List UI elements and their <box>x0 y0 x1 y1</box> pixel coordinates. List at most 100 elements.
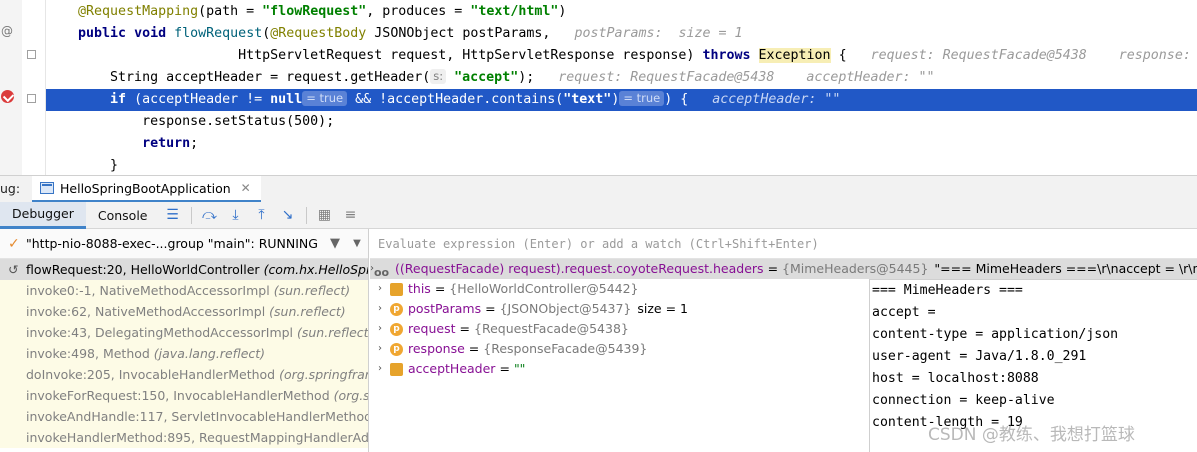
frame-method: invoke:498, Method <box>26 346 154 361</box>
code-token: public <box>78 26 127 41</box>
frame-method: invokeAndHandle:117, ServletInvocableHan… <box>26 409 368 424</box>
code-token: s: <box>430 69 447 84</box>
toolbar-divider <box>305 206 307 224</box>
frame-method: invoke0:-1, NativeMethodAccessorImpl <box>26 283 274 298</box>
inline-debug-value: request: RequestFacade@5438 response: Re… <box>870 48 1191 63</box>
evaluate-input[interactable] <box>378 236 1197 251</box>
tab-debugger[interactable]: Debugger <box>0 201 86 229</box>
frame-method: invoke:43, DelegatingMethodAccessorImpl <box>26 325 297 340</box>
step-into-icon[interactable]: ⤓ <box>223 204 249 226</box>
code-line[interactable]: String acceptHeader = request.getHeader(… <box>46 67 1197 89</box>
popup-lines: === MimeHeaders === accept = content-type … <box>870 280 1197 434</box>
stack-frame[interactable]: invoke:498, Method (java.lang.reflect) <box>0 343 368 364</box>
stack-frame[interactable]: invokeForRequest:150, InvocableHandlerMe… <box>0 385 368 406</box>
code-token: ) <box>611 92 620 107</box>
code-token: response.setStatus(500); <box>46 114 335 129</box>
toolbar-divider <box>190 206 192 224</box>
variable-type: {MimeHeaders@5445} <box>782 261 929 276</box>
code-line[interactable]: @RequestMapping(path = "flowRequest", pr… <box>46 1 1197 23</box>
parameter-icon: p <box>390 322 403 336</box>
stack-frame[interactable]: invokeHandlerMethod:895, RequestMappingH… <box>0 427 368 448</box>
frame-package: (org.springframew <box>279 367 368 382</box>
equals-sign: = <box>459 321 471 336</box>
popup-line: === MimeHeaders === <box>872 283 1023 298</box>
breakpoint-icon[interactable] <box>1 90 14 103</box>
code-line[interactable]: } <box>46 155 1197 175</box>
fold-icon[interactable] <box>27 94 36 103</box>
override-marker-icon[interactable]: @ <box>1 24 15 38</box>
chevron-down-icon[interactable]: ▼ <box>346 238 368 249</box>
variable-type: {RequestFacade@5438} <box>474 321 629 336</box>
stack-frame[interactable]: doInvoke:205, InvocableHandlerMethod (or… <box>0 364 368 385</box>
filter-icon[interactable]: ▼ <box>324 236 346 251</box>
step-out-icon[interactable]: ⤒ <box>249 204 275 226</box>
code-token: String acceptHeader = request.getHeader( <box>46 70 431 85</box>
stack-frame[interactable]: ↺ flowRequest:20, HelloWorldController (c… <box>0 259 368 280</box>
stack-frame[interactable]: invoke0:-1, NativeMethodAccessorImpl (su… <box>0 280 368 301</box>
trace-icon[interactable]: ≡ <box>338 204 364 226</box>
equals-sign: = <box>434 281 446 296</box>
stack-frame[interactable]: invoke:62, NativeMethodAccessorImpl (sun… <box>0 301 368 322</box>
equals-sign: = <box>485 301 496 316</box>
step-over-icon[interactable]: ⤼ <box>197 204 223 226</box>
frame-method: flowRequest:20, HelloWorldController <box>26 262 264 277</box>
variable-value: "" <box>513 361 526 376</box>
code-token: if <box>110 92 127 107</box>
field-icon <box>390 282 403 296</box>
code-token: && !acceptHeader.contains( <box>347 92 564 107</box>
thread-label: "http-nio-8088-exec-...group "main": RUN… <box>26 236 318 251</box>
inline-debug-value: postParams: size = 1 <box>574 26 743 41</box>
code-token: ); <box>518 70 559 85</box>
code-token: return <box>142 136 191 151</box>
frame-package: (java.lang.reflect) <box>153 346 266 361</box>
code-token: "text/html" <box>470 4 559 19</box>
watermark: CSDN @教练、我想打篮球 <box>928 425 1135 445</box>
frame-package: (com.hx.HelloSpringBo <box>263 262 368 277</box>
code-editor[interactable]: @ @RequestMapping(path = "flowRequest", … <box>0 0 1197 175</box>
popup-line: connection = keep-alive <box>872 393 1055 408</box>
evaluate-icon[interactable]: ▦ <box>312 204 338 226</box>
parameter-icon: p <box>390 342 403 356</box>
code-token: void <box>134 26 167 41</box>
current-frame-icon: ↺ <box>8 262 19 277</box>
code-line[interactable]: public void flowRequest(@RequestBody JSO… <box>46 23 1197 45</box>
stack-frame[interactable]: invoke:43, DelegatingMethodAccessorImpl … <box>0 322 368 343</box>
code-token: @RequestMapping <box>78 4 199 19</box>
popup-line: content-type = application/json <box>872 327 1119 342</box>
frame-package: (org.spring <box>333 388 368 403</box>
current-execution-line[interactable]: if (acceptHeader != null = true && !accep… <box>46 89 1197 111</box>
frame-package: (sun.reflect) <box>297 325 368 340</box>
variable-name: postParams <box>408 301 482 316</box>
code-token: "text" <box>563 92 612 107</box>
variable-name: response <box>408 341 465 356</box>
code-line[interactable]: HttpServletRequest request, HttpServletR… <box>46 45 1197 67</box>
debug-label: ug: <box>0 181 21 196</box>
chevron-right-icon[interactable]: › <box>370 299 390 319</box>
variable-type: {JSONObject@5437} <box>499 301 632 316</box>
code-line[interactable]: response.setStatus(500); <box>46 111 1197 133</box>
close-icon[interactable]: ✕ <box>241 181 251 195</box>
chevron-right-icon[interactable]: › <box>370 319 390 339</box>
parameter-icon: p <box>390 302 403 316</box>
watch-icon: oo <box>374 265 390 279</box>
code-token: "accept" <box>454 70 519 85</box>
fold-icon[interactable] <box>27 50 36 59</box>
tab-debug-session[interactable]: HelloSpringBootApplication ✕ <box>32 176 261 203</box>
chevron-right-icon[interactable]: › <box>370 359 390 379</box>
chevron-right-icon[interactable]: › <box>370 339 390 359</box>
code-line[interactable]: return; <box>46 133 1197 155</box>
tab-console[interactable]: Console <box>86 202 160 229</box>
chevron-right-icon[interactable]: › <box>370 279 390 299</box>
code-token: @RequestBody <box>270 26 367 41</box>
variable-name: this <box>408 281 431 296</box>
variable-row[interactable]: › oo ((RequestFacade) request).request.coy… <box>370 259 1197 279</box>
code-token: ) { <box>664 92 713 107</box>
stack-frame[interactable]: invokeAndHandle:117, ServletInvocableHan… <box>0 406 368 427</box>
fold-gutter <box>22 0 46 175</box>
menu-icon[interactable]: ☰ <box>160 204 186 226</box>
thread-selector[interactable]: ✓ "http-nio-8088-exec-...group "main": R… <box>0 229 368 259</box>
run-to-cursor-icon[interactable]: ↘ <box>275 204 301 226</box>
variable-type: {ResponseFacade@5439} <box>483 341 648 356</box>
